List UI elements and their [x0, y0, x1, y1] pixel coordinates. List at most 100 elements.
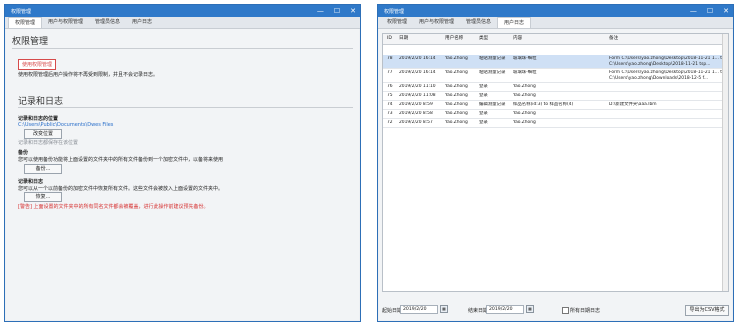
cell-id: 76 [387, 84, 393, 89]
cell-date: 2019/2/20 8:59 [399, 102, 433, 107]
maximize-button[interactable]: ☐ [707, 7, 713, 15]
change-location-button[interactable]: 改变位置 [24, 129, 62, 139]
log-table[interactable]: ID 日期 用户名称 类型 内容 备注 78 2019/2/20 16:14 Yao… [382, 33, 729, 292]
col-user[interactable]: 用户名称 [445, 34, 463, 44]
cell-id: 74 [387, 102, 393, 107]
restore-label: 记录和日志 [18, 179, 44, 185]
divider [12, 48, 353, 49]
cell-id: 72 [387, 120, 393, 125]
cell-type: 编辑测量记录 [479, 102, 506, 107]
backup-description: 您可以使用备份功能将上面设置的文件夹中的所有文件备份到一个加密文件中，以备将来使… [18, 157, 224, 163]
permission-window: 权限管理 — ☐ ✕ 权限管理 用户与权限管理 管理员信息 用户日志 权限管理 … [4, 4, 361, 322]
table-row[interactable]: 73 2019/2/20 8:58 Yao.Zhong 登录 Yao.Zhong [383, 110, 728, 119]
export-csv-button[interactable]: 导出为CSV格式 [685, 305, 729, 316]
cell-type: 登录 [479, 93, 488, 98]
cell-date: 2019/2/20 16:14 [399, 56, 436, 61]
cell-date: 2019/2/20 8:58 [399, 111, 433, 116]
permission-heading: 权限管理 [12, 37, 49, 47]
tab-bar: 权限管理 用户与权限管理 管理员信息 用户日志 [378, 17, 733, 29]
tab-permission[interactable]: 权限管理 [381, 17, 413, 28]
table-row[interactable]: 77 2019/2/20 16:14 Yao.Zhong 粘贴测量记录 玻璃珠-细粒 Fo… [383, 69, 728, 83]
cell-type: 登录 [479, 111, 488, 116]
table-row[interactable]: 76 2019/2/20 11:10 Yao.Zhong 登录 Yao.Zhong [383, 83, 728, 92]
cell-user: Yao.Zhong [445, 102, 468, 107]
table-row[interactable]: 78 2019/2/20 16:14 Yao.Zhong 粘贴测量记录 玻璃珠-细粒 Fo… [383, 55, 728, 69]
cell-user: Yao.Zhong [445, 111, 468, 116]
cell-content: Yao.Zhong [513, 93, 536, 98]
backup-label: 备份 [18, 150, 29, 156]
enable-permission-button[interactable]: 使用权限管理 [18, 59, 57, 70]
title-bar: 权限管理 — ☐ ✕ [378, 5, 733, 17]
cell-date: 2019/2/20 16:14 [399, 70, 436, 75]
cell-content: 样品名称(id:3) to 样品名称(4) [513, 102, 574, 107]
table-row[interactable]: 74 2019/2/20 8:59 Yao.Zhong 编辑测量记录 样品名称(id:3… [383, 101, 728, 110]
permission-panel: 权限管理 使用权限管理 使用权限管理后用户操作将不再受到限制，并且不会记录日志。… [6, 29, 359, 320]
all-dates-checkbox[interactable] [562, 307, 569, 314]
cell-user: Yao.Zhong [445, 120, 468, 125]
cell-id: 78 [387, 56, 393, 61]
minimize-button[interactable]: — [690, 7, 697, 15]
table-row[interactable]: 75 2019/2/20 11:08 Yao.Zhong 登录 Yao.Zhong [383, 92, 728, 101]
calendar-icon[interactable]: ▦ [440, 305, 448, 313]
user-log-window: 权限管理 — ☐ ✕ 权限管理 用户与权限管理 管理员信息 用户日志 ID 日期… [377, 4, 734, 322]
cell-note: D:\新建文件夹\aaa.lbm [609, 102, 657, 107]
cell-content: Yao.Zhong [513, 111, 536, 116]
col-date[interactable]: 日期 [399, 34, 408, 44]
col-content[interactable]: 内容 [513, 34, 522, 44]
tab-user-log[interactable]: 用户日志 [497, 17, 532, 28]
cell-content: 玻璃珠-细粒 [513, 70, 537, 75]
vertical-scrollbar[interactable] [722, 34, 728, 291]
user-log-panel: ID 日期 用户名称 类型 内容 备注 78 2019/2/20 16:14 Yao… [379, 29, 732, 320]
tab-users[interactable]: 用户与权限管理 [413, 17, 460, 28]
tab-users[interactable]: 用户与权限管理 [42, 17, 89, 28]
permission-description: 使用权限管理后用户操作将不再受到限制，并且不会记录日志。 [18, 72, 159, 78]
title-bar: 权限管理 — ☐ ✕ [5, 5, 360, 17]
cell-id: 77 [387, 70, 393, 75]
cell-user: Yao.Zhong [445, 93, 468, 98]
start-date-input[interactable]: 2019/2/20 [400, 305, 438, 314]
col-note[interactable]: 备注 [609, 34, 618, 44]
col-type[interactable]: 类型 [479, 34, 488, 44]
cell-date: 2019/2/20 11:10 [399, 84, 436, 89]
cell-date: 2019/2/20 8:57 [399, 120, 433, 125]
cell-user: Yao.Zhong [445, 70, 468, 75]
table-header: ID 日期 用户名称 类型 内容 备注 [383, 34, 728, 45]
divider [18, 107, 353, 108]
restore-button[interactable]: 恢复... [24, 192, 62, 202]
cell-id: 73 [387, 111, 393, 116]
cell-user: Yao.Zhong [445, 56, 468, 61]
minimize-button[interactable]: — [317, 7, 324, 15]
cell-content: Yao.Zhong [513, 84, 536, 89]
cell-id: 75 [387, 93, 393, 98]
cell-content: Yao.Zhong [513, 120, 536, 125]
close-button[interactable]: ✕ [350, 7, 356, 15]
table-row[interactable]: 72 2019/2/20 8:57 Yao.Zhong 登录 Yao.Zhong [383, 119, 728, 128]
warning-text: [警告] 上面设置的文件夹中的所有同名文件都会被覆盖，进行此操作前建议预先备份。 [18, 204, 209, 210]
close-button[interactable]: ✕ [723, 7, 729, 15]
cell-type: 登录 [479, 84, 488, 89]
tab-admin[interactable]: 管理员信息 [460, 17, 497, 28]
record-heading: 记录和日志 [18, 97, 64, 107]
tab-permission[interactable]: 权限管理 [8, 17, 43, 28]
all-dates-label: 所有日期日志 [570, 308, 601, 314]
end-date-input[interactable]: 2019/2/20 [486, 305, 524, 314]
calendar-icon[interactable]: ▦ [526, 305, 534, 313]
backup-button[interactable]: 备份... [24, 164, 62, 174]
cell-type: 粘贴测量记录 [479, 70, 506, 75]
window-title: 权限管理 [11, 9, 32, 15]
restore-description: 您可以从一个以前备份的加密文件中恢复所有文件。这些文件会被放入上面设置的文件夹中… [18, 186, 224, 192]
col-id[interactable]: ID [387, 34, 392, 44]
cell-date: 2019/2/20 11:08 [399, 93, 436, 98]
end-date-label: 结束日期 [468, 308, 489, 314]
tab-bar: 权限管理 用户与权限管理 管理员信息 用户日志 [5, 17, 360, 29]
maximize-button[interactable]: ☐ [334, 7, 340, 15]
tab-user-log[interactable]: 用户日志 [126, 17, 158, 28]
cell-user: Yao.Zhong [445, 84, 468, 89]
tab-admin[interactable]: 管理员信息 [89, 17, 126, 28]
location-path: C:\Users\Public\Documents\Dwes Files [18, 122, 114, 128]
cell-note: Form C:\Users\yao.zhong\Desktop\2018-11-… [609, 70, 725, 81]
cell-note: Form C:\Users\yao.zhong\Desktop\2018-11-… [609, 56, 725, 67]
cell-content: 玻璃珠-细粒 [513, 56, 537, 61]
filter-bar: 起始日期 2019/2/20 ▦ 结束日期 2019/2/20 ▦ 所有日期日志… [382, 305, 729, 317]
cell-type: 粘贴测量记录 [479, 56, 506, 61]
